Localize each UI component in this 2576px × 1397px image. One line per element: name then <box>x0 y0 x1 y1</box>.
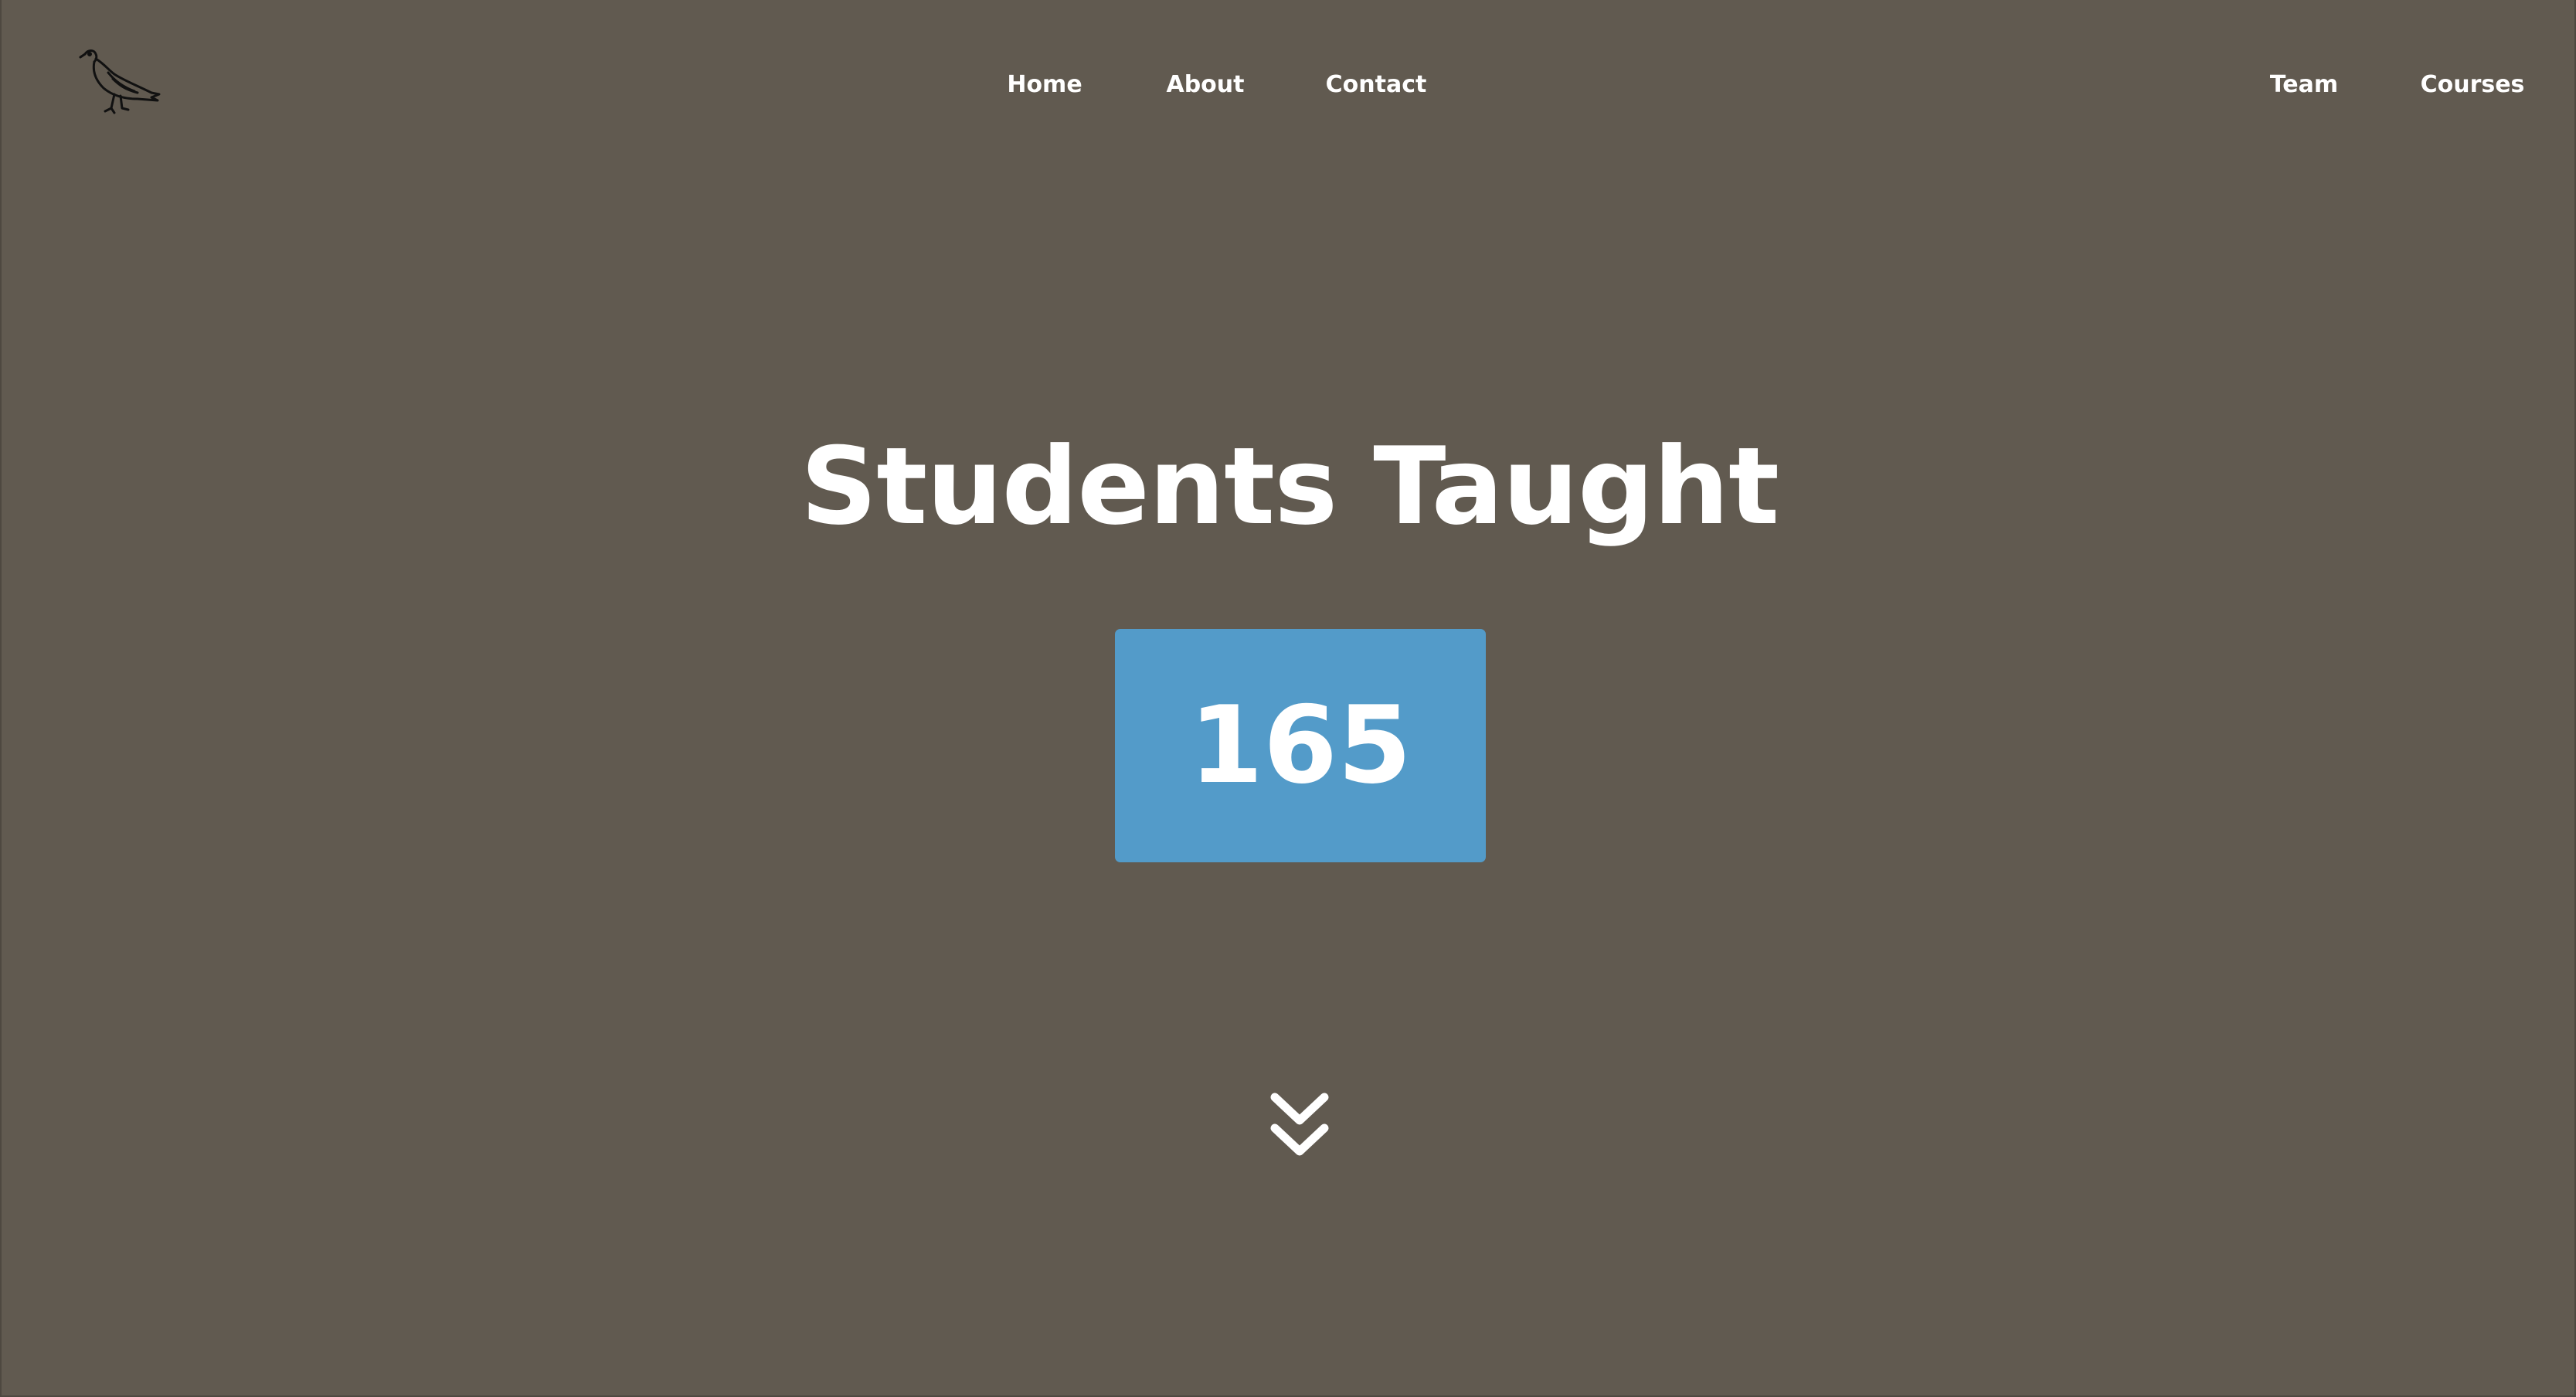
scroll-down-button[interactable] <box>1269 1089 1330 1161</box>
page: Home About Contact Team Courses Students… <box>0 0 2576 1397</box>
nav-about[interactable]: About <box>1166 68 1244 102</box>
nav-contact[interactable]: Contact <box>1326 68 1427 102</box>
pigeon-icon <box>79 49 161 114</box>
nav-home[interactable]: Home <box>1007 68 1082 102</box>
students-counter-box: 165 <box>1115 629 1486 862</box>
hero-title: Students Taught <box>800 424 1779 549</box>
nav-courses[interactable]: Courses <box>2421 68 2525 102</box>
students-counter-value: 165 <box>1188 683 1412 807</box>
pigeon-logo-link[interactable] <box>77 46 162 125</box>
double-chevron-down-icon <box>1270 1093 1329 1156</box>
nav-team[interactable]: Team <box>2270 68 2338 102</box>
